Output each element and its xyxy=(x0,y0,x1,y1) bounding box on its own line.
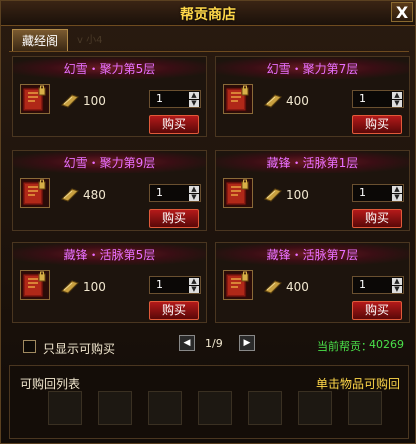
item-price: 100 xyxy=(286,188,309,202)
quantity-value[interactable]: 1 xyxy=(156,92,163,105)
buy-button[interactable]: 购买 xyxy=(149,209,199,228)
book-icon[interactable] xyxy=(20,270,50,300)
shop-item-panel: 幻雪・聚力第5层 100 1 ▲ ▼ 购买 xyxy=(12,56,207,137)
decrement-button[interactable]: ▼ xyxy=(392,194,402,201)
book-icon[interactable] xyxy=(223,84,253,114)
book-icon[interactable] xyxy=(223,270,253,300)
window-title: 帮贡商店 xyxy=(180,7,236,23)
gold-ingot-icon xyxy=(263,279,283,298)
item-name: 幻雪・聚力第5层 xyxy=(63,62,156,76)
item-header: 藏锋・活脉第1层 xyxy=(216,151,409,173)
buy-button[interactable]: 购买 xyxy=(149,115,199,134)
gold-ingot-icon xyxy=(60,279,80,298)
shop-item-panel: 藏锋・活脉第5层 100 1 ▲ ▼ 购买 xyxy=(12,242,207,323)
quantity-stepper[interactable]: 1 ▲ ▼ xyxy=(149,184,201,202)
buyback-panel: 可购回列表 单击物品可购回 xyxy=(9,365,409,439)
shop-item-panel: 幻雪・聚力第9层 480 1 ▲ ▼ 购买 xyxy=(12,150,207,231)
gold-ingot-icon xyxy=(60,187,80,206)
item-name: 幻雪・聚力第7层 xyxy=(266,62,359,76)
quantity-stepper[interactable]: 1 ▲ ▼ xyxy=(149,90,201,108)
buy-button[interactable]: 购买 xyxy=(352,209,402,228)
quantity-value[interactable]: 1 xyxy=(156,278,163,291)
close-button[interactable]: X xyxy=(391,2,413,22)
show-buyable-checkbox[interactable] xyxy=(23,340,36,353)
next-page-button[interactable]: ▶ xyxy=(239,335,255,351)
buyback-slot[interactable] xyxy=(198,391,232,425)
book-icon[interactable] xyxy=(20,84,50,114)
increment-button[interactable]: ▲ xyxy=(392,92,402,99)
faint-text: v 小4 xyxy=(77,35,103,46)
buyback-slot[interactable] xyxy=(298,391,332,425)
buy-button[interactable]: 购买 xyxy=(149,301,199,320)
item-header: 幻雪・聚力第7层 xyxy=(216,57,409,79)
gold-ingot-icon xyxy=(60,93,80,112)
buyback-slot[interactable] xyxy=(348,391,382,425)
gold-ingot-icon xyxy=(263,187,283,206)
decrement-button[interactable]: ▼ xyxy=(189,100,199,107)
quantity-value[interactable]: 1 xyxy=(156,186,163,199)
tab-sutra-pavilion[interactable]: 藏经阁 xyxy=(12,29,68,51)
buyback-slot[interactable] xyxy=(248,391,282,425)
tab-divider xyxy=(9,51,409,52)
title-bar[interactable]: 帮贡商店 X xyxy=(1,1,415,26)
quantity-stepper[interactable]: 1 ▲ ▼ xyxy=(352,184,404,202)
guild-shop-window: 帮贡商店 X 藏经阁 v 小4 幻雪・聚力第5层 100 1 ▲ ▼ 购买 幻雪・聚力第7层… xyxy=(0,0,416,444)
item-header: 藏锋・活脉第5层 xyxy=(13,243,206,265)
item-header: 幻雪・聚力第9层 xyxy=(13,151,206,173)
increment-button[interactable]: ▲ xyxy=(392,278,402,285)
increment-button[interactable]: ▲ xyxy=(189,278,199,285)
prev-page-button[interactable]: ◀ xyxy=(179,335,195,351)
decrement-button[interactable]: ▼ xyxy=(189,194,199,201)
buy-button[interactable]: 购买 xyxy=(352,115,402,134)
buyback-slot[interactable] xyxy=(48,391,82,425)
item-name: 藏锋・活脉第1层 xyxy=(266,156,359,170)
item-name: 藏锋・活脉第5层 xyxy=(63,248,156,262)
item-price: 400 xyxy=(286,94,309,108)
quantity-stepper[interactable]: 1 ▲ ▼ xyxy=(352,90,404,108)
shop-item-panel: 藏锋・活脉第1层 100 1 ▲ ▼ 购买 xyxy=(215,150,410,231)
decrement-button[interactable]: ▼ xyxy=(189,286,199,293)
quantity-value[interactable]: 1 xyxy=(359,186,366,199)
gold-ingot-icon xyxy=(263,93,283,112)
buyback-slot[interactable] xyxy=(148,391,182,425)
page-indicator: 1/9 xyxy=(205,337,223,350)
item-price: 480 xyxy=(83,188,106,202)
increment-button[interactable]: ▲ xyxy=(189,92,199,99)
quantity-stepper[interactable]: 1 ▲ ▼ xyxy=(352,276,404,294)
book-icon[interactable] xyxy=(20,178,50,208)
item-header: 幻雪・聚力第5层 xyxy=(13,57,206,79)
buyback-slot[interactable] xyxy=(98,391,132,425)
item-header: 藏锋・活脉第7层 xyxy=(216,243,409,265)
item-name: 幻雪・聚力第9层 xyxy=(63,156,156,170)
item-name: 藏锋・活脉第7层 xyxy=(266,248,359,262)
increment-button[interactable]: ▲ xyxy=(392,186,402,193)
quantity-stepper[interactable]: 1 ▲ ▼ xyxy=(149,276,201,294)
book-icon[interactable] xyxy=(223,178,253,208)
decrement-button[interactable]: ▼ xyxy=(392,100,402,107)
decrement-button[interactable]: ▼ xyxy=(392,286,402,293)
item-price: 400 xyxy=(286,280,309,294)
increment-button[interactable]: ▲ xyxy=(189,186,199,193)
quantity-value[interactable]: 1 xyxy=(359,278,366,291)
buyback-title: 可购回列表 xyxy=(20,377,81,391)
quantity-value[interactable]: 1 xyxy=(359,92,366,105)
show-buyable-label: 只显示可购买 xyxy=(43,342,116,356)
buy-button[interactable]: 购买 xyxy=(352,301,402,320)
item-price: 100 xyxy=(83,280,106,294)
buyback-hint: 单击物品可购回 xyxy=(315,377,400,391)
contribution-label: 当前帮贡： xyxy=(317,340,372,353)
shop-item-panel: 幻雪・聚力第7层 400 1 ▲ ▼ 购买 xyxy=(215,56,410,137)
shop-item-panel: 藏锋・活脉第7层 400 1 ▲ ▼ 购买 xyxy=(215,242,410,323)
contribution-value: 40269 xyxy=(369,338,404,351)
item-price: 100 xyxy=(83,94,106,108)
